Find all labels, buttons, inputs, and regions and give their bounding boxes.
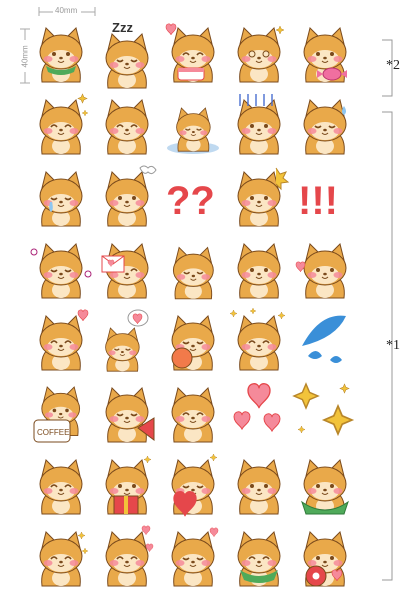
shiba-hamster-hug-icon — [30, 243, 92, 299]
shiba-hugging-heart-icon — [171, 453, 218, 517]
shiba-sitting-back-icon — [171, 387, 215, 443]
water-drops-icon — [302, 315, 346, 363]
shiba-in-basket-icon — [301, 459, 349, 515]
coffee-text: COFFEE — [37, 428, 69, 437]
shiba-crying — [28, 162, 94, 234]
shiba-stretching — [160, 234, 226, 306]
shiba-angry-steam — [94, 162, 160, 234]
width-dimension: 40mm — [38, 4, 96, 16]
shiba-sweating — [292, 90, 358, 162]
shiba-with-envelope-icon — [101, 243, 149, 299]
group-label-x1: *1 — [386, 338, 400, 353]
shiba-sparkle-paws — [28, 522, 94, 594]
shiba-pouting — [226, 234, 292, 306]
exclamation-marks-icon: !!! — [298, 179, 338, 223]
zzz-text: Zzz — [112, 20, 133, 35]
shiba-smiling-icon — [39, 459, 83, 515]
shiba-coffee-cup: COFFEE — [28, 378, 94, 450]
group-label-x2: *2 — [386, 58, 400, 73]
pink-hearts-icon — [233, 383, 281, 432]
question-marks: ?? — [160, 162, 226, 234]
shiba-heart-tail — [28, 306, 94, 378]
shiba-hugging-heart — [160, 450, 226, 522]
shiba-pouting-icon — [237, 243, 281, 299]
shiba-surprised — [226, 162, 292, 234]
shiba-with-cake-icon — [165, 23, 215, 83]
shiba-hearts — [94, 522, 160, 594]
shiba-sitting-back — [160, 378, 226, 450]
shiba-blushing — [226, 450, 292, 522]
question-marks-text: ?? — [166, 179, 215, 223]
shiba-with-cake — [160, 18, 226, 90]
pink-hearts — [226, 378, 292, 450]
shiba-surprised-icon — [237, 167, 290, 227]
shiba-holding-ball-icon — [171, 315, 215, 371]
exclamation-marks-text: !!! — [298, 179, 338, 223]
shiba-sleeping-zzz-icon: Zzz — [105, 20, 149, 89]
shiba-megaphone-icon — [105, 387, 155, 443]
shiba-blushing-icon — [237, 459, 281, 515]
shiba-green-scarf — [28, 18, 94, 90]
shiba-gift-box-icon — [105, 455, 152, 515]
shiba-megaphone — [94, 378, 160, 450]
shiba-green-bandana-icon — [237, 531, 281, 587]
shiba-donut-icon — [303, 531, 347, 587]
shiba-angry-steam-icon — [105, 165, 157, 227]
shiba-with-candy-icon — [303, 27, 347, 83]
shiba-sparkle-happy — [28, 90, 94, 162]
shiba-stretching-icon — [172, 246, 214, 300]
shiba-sparkles-happy — [226, 306, 292, 378]
shiba-lying-on-puddle — [160, 90, 226, 162]
shiba-hearts-icon — [105, 525, 154, 587]
shiba-in-basket — [292, 450, 358, 522]
shiba-sparkle-paws-icon — [39, 531, 89, 587]
shiba-gloomy — [226, 90, 292, 162]
shiba-dizzy — [226, 18, 292, 90]
shiba-crying-icon — [39, 171, 83, 227]
shiba-green-scarf-icon — [39, 27, 83, 83]
shiba-heart-eyes — [292, 234, 358, 306]
shiba-sparkle-happy-icon — [39, 93, 89, 155]
shiba-donut — [292, 522, 358, 594]
shiba-smiling — [28, 450, 94, 522]
gold-sparkles-icon — [292, 382, 355, 437]
shiba-hamster-hug — [28, 234, 94, 306]
gold-sparkles — [292, 378, 358, 450]
shiba-blushing-smile-icon — [105, 99, 149, 155]
shiba-with-candy — [292, 18, 358, 90]
sticker-sheet: Zzz ?? !!! COFFEE — [28, 18, 358, 594]
group-brackets — [382, 39, 393, 581]
question-marks-icon: ?? — [166, 179, 215, 223]
water-drops — [292, 306, 358, 378]
shiba-green-bandana — [226, 522, 292, 594]
shiba-gloomy-icon — [237, 94, 281, 155]
shiba-sparkles-happy-icon — [229, 307, 286, 371]
width-dimension-label: 40mm — [55, 6, 78, 15]
shiba-coffee-cup-icon: COFFEE — [33, 386, 81, 443]
shiba-sleeping-zzz: Zzz — [94, 18, 160, 90]
shiba-dizzy-icon — [237, 25, 285, 83]
shiba-holding-ball — [160, 306, 226, 378]
shiba-sweating-icon — [303, 99, 347, 155]
shiba-thinking-heart — [94, 306, 160, 378]
shiba-heart-tail-icon — [39, 309, 89, 371]
shiba-bottom-wag-icon — [171, 527, 219, 587]
shiba-gift-box — [94, 450, 160, 522]
exclamation-marks: !!! — [292, 162, 358, 234]
shiba-heart-eyes-icon — [295, 243, 347, 299]
shiba-thinking-heart-icon — [105, 309, 149, 372]
shiba-bottom-wag — [160, 522, 226, 594]
shiba-lying-on-puddle-icon — [167, 107, 219, 154]
shiba-with-envelope — [94, 234, 160, 306]
shiba-blushing-smile — [94, 90, 160, 162]
